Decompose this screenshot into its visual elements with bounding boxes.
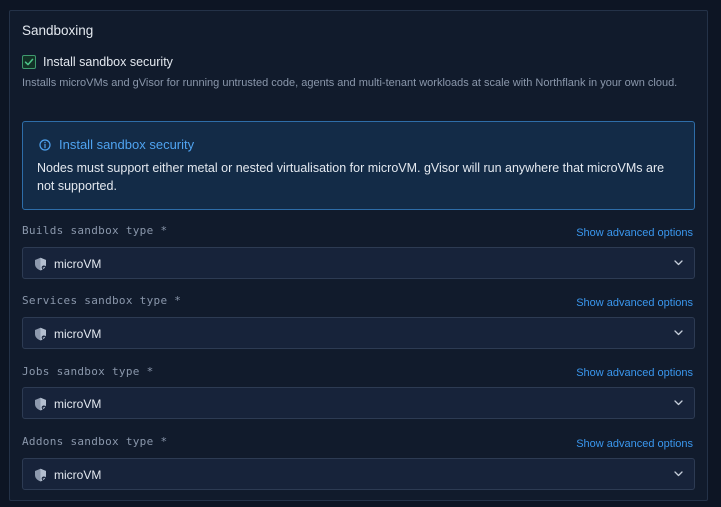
chevron-down-icon bbox=[674, 400, 683, 406]
chevron-down-icon bbox=[674, 471, 683, 477]
services-select-value: microVM bbox=[54, 327, 102, 341]
jobs-sandbox-label: Jobs sandbox type * bbox=[22, 365, 154, 378]
builds-select-value: microVM bbox=[54, 257, 102, 271]
section-title: Sandboxing bbox=[22, 23, 94, 38]
callout-body: Nodes must support either metal or neste… bbox=[37, 161, 665, 193]
checkmark-icon bbox=[24, 58, 34, 66]
addons-sandbox-label: Addons sandbox type * bbox=[22, 435, 168, 448]
shield-icon bbox=[35, 257, 46, 271]
addons-select-value: microVM bbox=[54, 468, 102, 482]
sandboxing-panel: Sandboxing Install sandbox security Inst… bbox=[9, 10, 708, 501]
builds-sandbox-label: Builds sandbox type * bbox=[22, 224, 168, 237]
jobs-advanced-options-link[interactable]: Show advanced options bbox=[576, 367, 693, 379]
help-text: Installs microVMs and gVisor for running… bbox=[22, 77, 678, 89]
shield-icon bbox=[35, 397, 46, 411]
jobs-select-value: microVM bbox=[54, 397, 102, 411]
checkbox-label[interactable]: Install sandbox security bbox=[43, 55, 173, 69]
shield-icon bbox=[35, 468, 46, 482]
callout-title: Install sandbox security bbox=[59, 137, 195, 152]
chevron-down-icon bbox=[674, 330, 683, 336]
shield-icon bbox=[35, 327, 46, 341]
addons-sandbox-select[interactable]: microVM bbox=[22, 458, 695, 490]
builds-sandbox-select[interactable]: microVM bbox=[22, 247, 695, 279]
services-advanced-options-link[interactable]: Show advanced options bbox=[576, 297, 693, 309]
info-callout: Install sandbox security Nodes must supp… bbox=[22, 121, 695, 210]
addons-advanced-options-link[interactable]: Show advanced options bbox=[576, 438, 693, 450]
services-sandbox-label: Services sandbox type * bbox=[22, 294, 182, 307]
chevron-down-icon bbox=[674, 260, 683, 266]
jobs-sandbox-select[interactable]: microVM bbox=[22, 387, 695, 419]
services-sandbox-select[interactable]: microVM bbox=[22, 317, 695, 349]
install-sandbox-checkbox[interactable] bbox=[22, 55, 36, 69]
info-icon bbox=[39, 139, 51, 151]
builds-advanced-options-link[interactable]: Show advanced options bbox=[576, 227, 693, 239]
